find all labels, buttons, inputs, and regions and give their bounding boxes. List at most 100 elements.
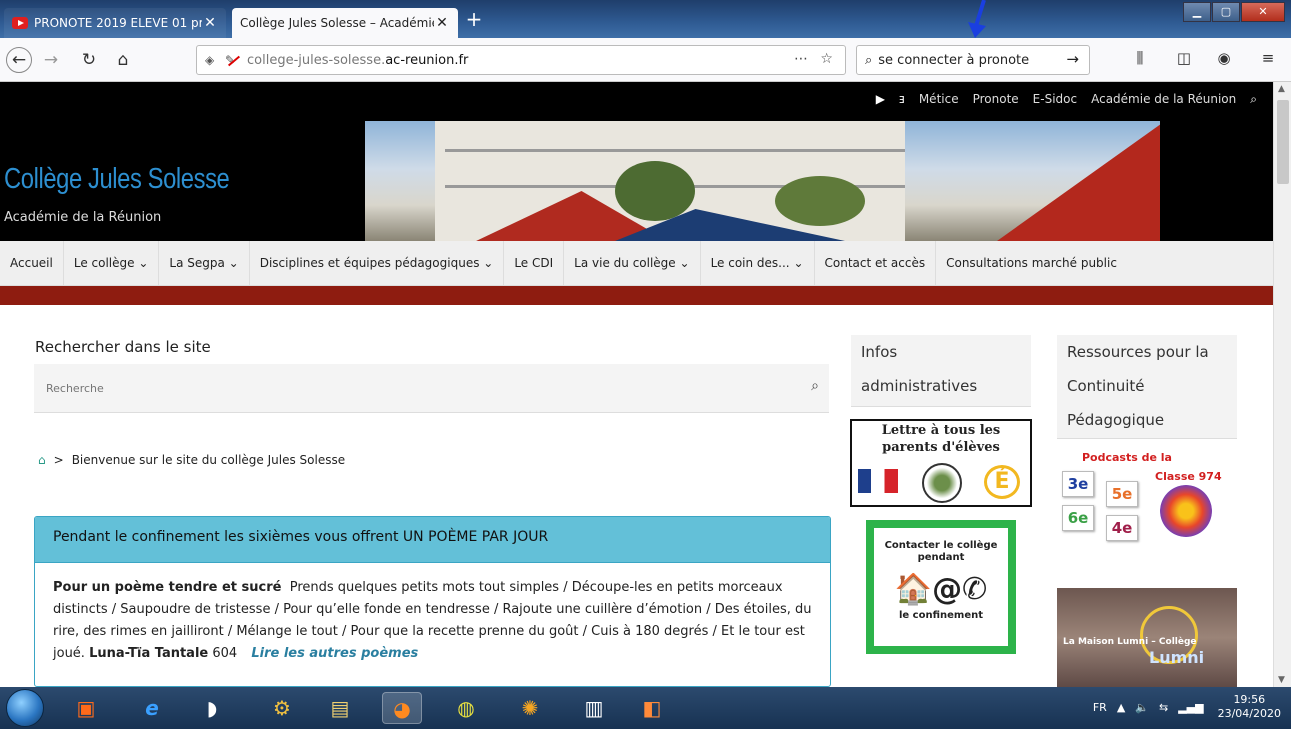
search-go-icon[interactable]: → bbox=[1066, 50, 1079, 68]
scroll-up-icon[interactable]: ▲ bbox=[1278, 84, 1285, 94]
home-at-phone-icon: 🏠@✆ bbox=[894, 572, 988, 607]
firefox-icon[interactable]: ◕ bbox=[382, 692, 422, 724]
accent-bar bbox=[0, 286, 1273, 305]
chrome-icon[interactable]: ◍ bbox=[446, 692, 486, 724]
site-search-input[interactable] bbox=[34, 364, 734, 413]
shield-icon: ◈ bbox=[205, 53, 215, 67]
top-link-metice[interactable]: Métice bbox=[919, 92, 959, 107]
url-domain: ac-reunion.fr bbox=[385, 52, 469, 68]
vlc-like-icon[interactable]: ✺ bbox=[510, 692, 550, 724]
start-button[interactable] bbox=[6, 689, 44, 727]
widget-title-line: Pédagogique bbox=[1067, 411, 1165, 429]
post-body: Pour un poème tendre et sucré Prends que… bbox=[35, 563, 830, 665]
pdf-tool-icon[interactable]: ◧ bbox=[632, 692, 672, 724]
logos: É bbox=[852, 459, 1030, 505]
menu-item-college[interactable]: Le collège ⌄ bbox=[64, 241, 160, 286]
header-banner: Collège Jules Solesse Académie de la Réu… bbox=[0, 121, 1273, 241]
post-lead: Pour un poème tendre et sucré bbox=[53, 580, 282, 595]
widget-infos-admin: Infos administratives bbox=[851, 335, 1031, 407]
podcasts-image[interactable]: Podcasts de la Classe 974 3e 5e 6e 4e bbox=[1058, 449, 1238, 559]
search-icon[interactable]: ⌕ bbox=[1250, 92, 1257, 107]
tab-pronote[interactable]: PRONOTE 2019 ELEVE 01 premi ✕ bbox=[4, 8, 226, 38]
new-tab-button[interactable]: + bbox=[462, 8, 486, 30]
scroll-thumb[interactable] bbox=[1277, 100, 1289, 184]
account-icon[interactable]: ◉ bbox=[1212, 49, 1236, 67]
menu-item-cdi[interactable]: Le CDI bbox=[504, 241, 565, 286]
lumni-caption: La Maison Lumni – Collège bbox=[1063, 637, 1197, 647]
clock[interactable]: 19:56 23/04/2020 bbox=[1218, 693, 1281, 721]
widget-title-line: administratives bbox=[861, 377, 978, 395]
volume-icon[interactable]: 🔈 bbox=[1135, 701, 1149, 714]
menu-item-vie[interactable]: La vie du collège ⌄ bbox=[564, 241, 701, 286]
level-badge: 5e bbox=[1106, 481, 1138, 507]
site-subtitle: Académie de la Réunion bbox=[4, 210, 162, 225]
site-search: ⌕ bbox=[34, 364, 829, 413]
browser-titlebar: PRONOTE 2019 ELEVE 01 premi ✕ Collège Ju… bbox=[0, 0, 1291, 38]
tab-title: Collège Jules Solesse – Académie d bbox=[240, 16, 434, 30]
contact-during-lockdown-image[interactable]: Contacter le collège pendant 🏠@✆ le conf… bbox=[866, 520, 1016, 654]
podcasts-class: Classe 974 bbox=[1155, 470, 1222, 483]
back-button[interactable]: ← bbox=[6, 47, 32, 73]
youtube-icon bbox=[12, 17, 28, 29]
youtube-icon[interactable]: ▶ bbox=[876, 92, 885, 107]
menu-item-disciplines[interactable]: Disciplines et équipes pédagogiques ⌄ bbox=[250, 241, 505, 286]
forward-button[interactable]: → bbox=[40, 49, 62, 71]
widget-title-line: Ressources pour la bbox=[1067, 343, 1209, 361]
menu-item-contact[interactable]: Contact et accès bbox=[815, 241, 937, 286]
contact-line: Contacter le collège bbox=[884, 540, 998, 551]
library-icon[interactable]: ⫼ bbox=[1128, 49, 1152, 67]
tab-close-icon[interactable]: ✕ bbox=[202, 15, 218, 31]
url-bar[interactable]: ◈ ✎ college-jules-solesse. ac-reunion.fr… bbox=[196, 45, 846, 75]
speaker-app-icon[interactable]: ◗ bbox=[192, 692, 232, 724]
top-link-pronote[interactable]: Pronote bbox=[973, 92, 1019, 107]
tab-close-icon[interactable]: ✕ bbox=[434, 15, 450, 31]
widget-ressources: Ressources pour la Continuité Pédagogiqu… bbox=[1057, 335, 1237, 439]
internet-explorer-icon[interactable]: e bbox=[132, 692, 172, 724]
search-icon[interactable]: ⌕ bbox=[811, 378, 819, 394]
menu-icon[interactable]: ≡ bbox=[1256, 49, 1280, 67]
college-logo bbox=[922, 463, 962, 503]
letter-title: parents d'élèves bbox=[882, 440, 1000, 455]
top-link-esidoc[interactable]: E-Sidoc bbox=[1033, 92, 1077, 107]
main-menu: Accueil Le collège ⌄ La Segpa ⌄ Discipli… bbox=[0, 241, 1273, 286]
home-icon[interactable]: ⌂ bbox=[38, 453, 46, 467]
page-actions-icon[interactable]: ⋯ ☆ bbox=[794, 51, 837, 67]
settings-app-icon[interactable]: ⚙ bbox=[262, 692, 302, 724]
clock-date: 23/04/2020 bbox=[1217, 707, 1281, 720]
letter-to-parents-image[interactable]: Lettre à tous les parents d'élèves É bbox=[850, 419, 1032, 507]
post-title[interactable]: Pendant le confinement les sixièmes vous… bbox=[35, 517, 830, 563]
scroll-down-icon[interactable]: ▼ bbox=[1278, 675, 1285, 685]
insecure-lock-icon: ✎ bbox=[225, 53, 247, 67]
network-icon[interactable]: ⇆ bbox=[1159, 701, 1168, 714]
vertical-scrollbar[interactable]: ▲ ▼ bbox=[1273, 82, 1291, 687]
menu-item-accueil[interactable]: Accueil bbox=[0, 241, 64, 286]
maximize-button[interactable]: ▢ bbox=[1212, 2, 1240, 22]
menu-item-segpa[interactable]: La Segpa ⌄ bbox=[159, 241, 250, 286]
home-button[interactable]: ⌂ bbox=[112, 49, 134, 71]
academie-logo: É bbox=[984, 465, 1020, 499]
letter-title: Lettre à tous les bbox=[881, 423, 1001, 438]
clock-time: 19:56 bbox=[1233, 693, 1266, 706]
more-poems-link[interactable]: Lire les autres poèmes bbox=[251, 646, 418, 661]
color-splash-icon bbox=[1160, 485, 1212, 537]
site-title[interactable]: Collège Jules Solesse bbox=[4, 163, 230, 196]
menu-item-marche[interactable]: Consultations marché public bbox=[936, 241, 1127, 286]
menu-item-coin[interactable]: Le coin des... ⌄ bbox=[701, 241, 815, 286]
tab-college[interactable]: Collège Jules Solesse – Académie d ✕ bbox=[232, 8, 458, 38]
tray-arrow-icon[interactable]: ▲ bbox=[1117, 701, 1125, 714]
language-indicator[interactable]: FR bbox=[1093, 701, 1107, 714]
reload-button[interactable]: ↻ bbox=[78, 49, 100, 71]
top-link-academie[interactable]: Académie de la Réunion bbox=[1091, 92, 1236, 107]
close-window-button[interactable]: ✕ bbox=[1241, 2, 1285, 22]
minimize-button[interactable]: ▁ bbox=[1183, 2, 1211, 22]
rss-icon[interactable]: ⱻ bbox=[899, 92, 905, 107]
file-explorer-icon[interactable]: ▤ bbox=[320, 692, 360, 724]
media-player-icon[interactable]: ▣ bbox=[66, 692, 106, 724]
sidebar-icon[interactable]: ◫ bbox=[1172, 49, 1196, 67]
pdf-doc-icon[interactable]: ▥ bbox=[574, 692, 614, 724]
signal-icon[interactable]: ▂▄▆ bbox=[1178, 701, 1203, 714]
search-bar[interactable]: ⌕ se connecter à pronote → bbox=[856, 45, 1090, 75]
lumni-image[interactable]: La Maison Lumni – Collège Lumni bbox=[1057, 588, 1237, 687]
breadcrumb-current: Bienvenue sur le site du collège Jules S… bbox=[71, 453, 346, 467]
widget-title-line: Infos bbox=[861, 343, 898, 361]
